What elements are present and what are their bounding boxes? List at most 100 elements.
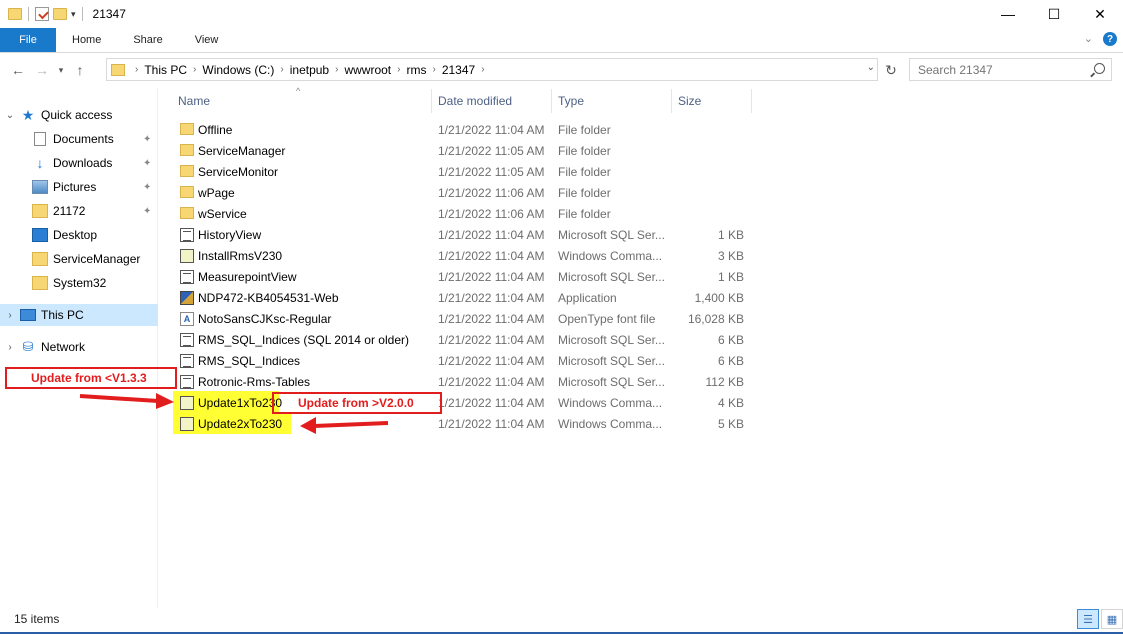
folder-icon (32, 252, 48, 266)
chevron-right-icon[interactable]: › (397, 64, 400, 75)
refresh-icon[interactable]: ↻ (880, 59, 902, 81)
table-row[interactable]: InstallRmsV230 1/21/2022 11:04 AM Windows … (174, 245, 754, 266)
new-folder-icon[interactable] (53, 8, 67, 20)
title-bar: ▾ 21347 — ☐ ✕ (0, 0, 1123, 28)
table-row[interactable]: Offline 1/21/2022 11:04 AM File folder (174, 119, 754, 140)
column-header-date-modified[interactable]: Date modified (432, 89, 552, 113)
nav-item-label: Pictures (53, 180, 97, 194)
tab-share[interactable]: Share (117, 28, 178, 52)
table-row[interactable]: A NotoSansCJKsc-Regular 1/21/2022 11:04 AM… (174, 308, 754, 329)
nav-item-21172[interactable]: 21172 ✦ (0, 200, 158, 222)
tab-view[interactable]: View (179, 28, 235, 52)
pin-icon[interactable]: ✦ (143, 182, 151, 193)
pictures-icon (32, 180, 48, 194)
nav-item-pictures[interactable]: Pictures ✦ (0, 176, 158, 198)
navigation-pane: ⌄ ★ Quick access Documents ✦ ↓ Downloads… (0, 88, 158, 608)
column-header-name[interactable]: Name (172, 89, 432, 113)
close-button[interactable]: ✕ (1077, 0, 1123, 28)
breadcrumb-windows-c[interactable]: Windows (C:) (202, 63, 274, 77)
column-header-type[interactable]: Type (552, 89, 672, 113)
nav-item-desktop[interactable]: Desktop (0, 224, 158, 246)
nav-item-label: Desktop (53, 228, 98, 242)
search-icon[interactable] (1094, 63, 1105, 74)
network-icon: ⛁ (22, 339, 34, 354)
large-icons-view-icon[interactable]: ▦ (1101, 609, 1123, 629)
annotation-update-from-v133: Update from <V1.3.3 (5, 367, 177, 389)
table-row[interactable]: RMS_SQL_Indices 1/21/2022 11:04 AM Microso… (174, 350, 754, 371)
nav-item-quick-access[interactable]: ⌄ ★ Quick access (0, 104, 158, 126)
breadcrumb-wwwroot[interactable]: wwwroot (344, 63, 391, 77)
annotation-update-from-v200: Update from >V2.0.0 (272, 392, 442, 414)
table-row[interactable]: NDP472-KB4054531-Web 1/21/2022 11:04 AM Ap… (174, 287, 754, 308)
documents-icon (34, 132, 46, 146)
details-view-icon[interactable]: ☰ (1077, 609, 1099, 629)
breadcrumb-21347[interactable]: 21347 (442, 63, 475, 77)
sql-file-icon (180, 333, 194, 347)
breadcrumb-rms[interactable]: rms (406, 63, 426, 77)
table-row[interactable]: Update2xTo230 1/21/2022 11:04 AM Windows C… (174, 413, 754, 434)
breadcrumb-this-pc[interactable]: This PC (144, 63, 187, 77)
chevron-right-icon[interactable]: › (432, 64, 435, 75)
red-arrow-right-icon (79, 393, 174, 409)
nav-item-system32[interactable]: System32 (0, 272, 158, 294)
help-icon[interactable]: ? (1103, 32, 1117, 46)
folder-icon (180, 186, 194, 198)
address-bar[interactable]: › This PC › Windows (C:) › inetpub › wwwroot… (106, 58, 878, 81)
pin-icon[interactable]: ✦ (143, 158, 151, 169)
table-row[interactable]: Rotronic-Rms-Tables 1/21/2022 11:04 AM Mic… (174, 371, 754, 392)
computer-icon (20, 309, 36, 321)
chevron-right-icon[interactable]: › (0, 310, 20, 321)
chevron-right-icon[interactable]: › (0, 342, 20, 353)
nav-item-downloads[interactable]: ↓ Downloads ✦ (0, 152, 158, 174)
sql-file-icon (180, 354, 194, 368)
minimize-button[interactable]: — (985, 0, 1031, 28)
recent-locations-chevron-icon[interactable]: ▾ (54, 65, 68, 76)
folder-icon (32, 204, 48, 218)
table-row[interactable]: wPage 1/21/2022 11:06 AM File folder (174, 182, 754, 203)
chevron-down-icon[interactable]: ⌄ (0, 110, 20, 121)
table-row[interactable]: Update1xTo230 1/21/2022 11:04 AM Windows C… (174, 392, 754, 413)
chevron-right-icon[interactable]: › (135, 64, 138, 75)
customize-toolbar-chevron-icon[interactable]: ▾ (71, 9, 76, 20)
folder-icon (180, 123, 194, 135)
window-title: 21347 (92, 7, 126, 21)
table-row[interactable]: HistoryView 1/21/2022 11:04 AM Microsoft S… (174, 224, 754, 245)
nav-item-this-pc[interactable]: › This PC (0, 304, 158, 326)
expand-ribbon-chevron-icon[interactable]: ⌄ (1084, 32, 1093, 46)
tab-file[interactable]: File (0, 28, 56, 52)
folder-icon (180, 165, 194, 177)
tab-home[interactable]: Home (56, 28, 117, 52)
separator (81, 7, 83, 21)
table-row[interactable]: RMS_SQL_Indices (SQL 2014 or older) 1/21/… (174, 329, 754, 350)
back-arrow-icon[interactable]: ← (6, 62, 30, 78)
desktop-icon (32, 228, 48, 242)
search-input[interactable] (918, 62, 1088, 77)
chevron-right-icon[interactable]: › (481, 64, 484, 75)
separator (28, 7, 29, 21)
maximize-button[interactable]: ☐ (1031, 0, 1077, 28)
nav-item-label: ServiceManager (53, 252, 141, 266)
table-row[interactable]: wService 1/21/2022 11:06 AM File folder (174, 203, 754, 224)
command-script-icon (180, 396, 194, 410)
chevron-right-icon[interactable]: › (280, 64, 283, 75)
nav-item-network[interactable]: › ⛁ Network (0, 336, 158, 358)
star-icon: ★ (21, 107, 35, 123)
table-row[interactable]: ServiceMonitor 1/21/2022 11:05 AM File fol… (174, 161, 754, 182)
search-box[interactable] (909, 58, 1112, 81)
nav-item-documents[interactable]: Documents ✦ (0, 128, 158, 150)
table-row[interactable]: ServiceManager 1/21/2022 11:05 AM File fol… (174, 140, 754, 161)
address-dropdown-chevron-icon[interactable]: ⌄ (867, 62, 875, 73)
up-arrow-icon[interactable]: ↑ (68, 62, 92, 78)
red-arrow-left-icon (300, 417, 389, 434)
chevron-right-icon[interactable]: › (193, 64, 196, 75)
properties-icon[interactable] (35, 7, 49, 21)
forward-arrow-icon[interactable]: → (30, 62, 54, 78)
chevron-right-icon[interactable]: › (335, 64, 338, 75)
breadcrumb-inetpub[interactable]: inetpub (290, 63, 329, 77)
pin-icon[interactable]: ✦ (143, 206, 151, 217)
column-header-size[interactable]: Size (672, 89, 752, 113)
nav-item-label: 21172 (53, 204, 86, 218)
pin-icon[interactable]: ✦ (143, 134, 151, 145)
nav-item-servicemanager[interactable]: ServiceManager (0, 248, 158, 270)
table-row[interactable]: MeasurepointView 1/21/2022 11:04 AM Micros… (174, 266, 754, 287)
